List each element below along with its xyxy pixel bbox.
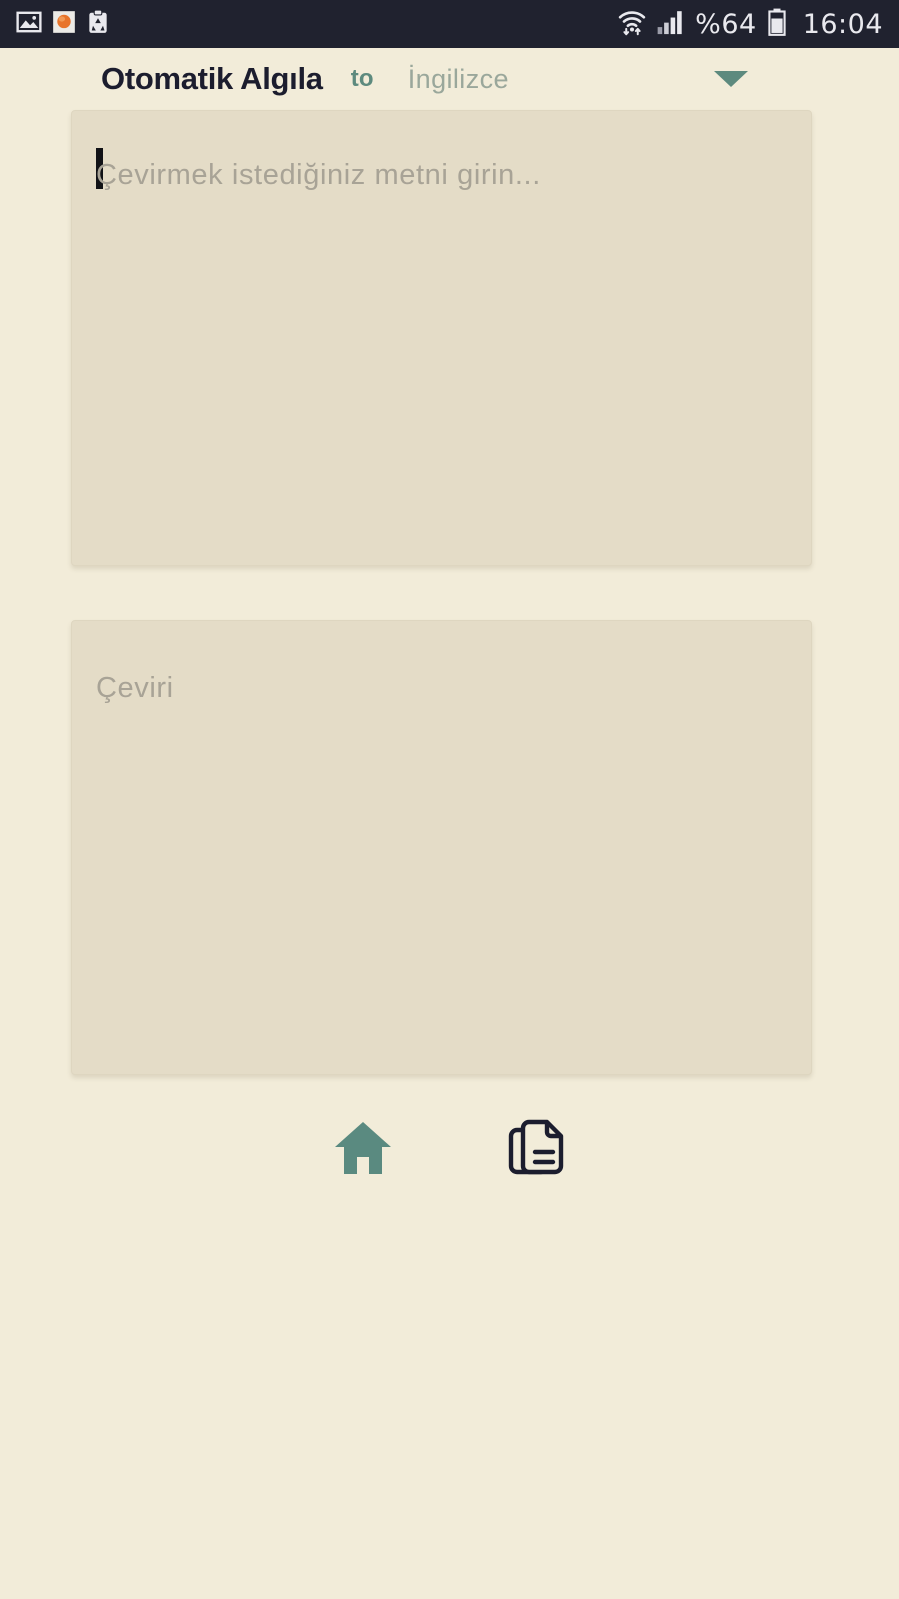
source-language-label[interactable]: Otomatik Algıla [101, 61, 323, 97]
nav-item-home[interactable] [320, 1107, 406, 1193]
language-selector-bar[interactable]: Otomatik Algıla to İngilizce [0, 48, 899, 110]
cellular-signal-icon [657, 9, 685, 40]
clipboard-recycle-icon [86, 9, 110, 40]
home-icon [332, 1119, 394, 1182]
battery-percent-label: %64 [695, 8, 757, 40]
wifi-signal-icon [617, 7, 647, 42]
bottom-navigation-bar [0, 1095, 899, 1205]
documents-icon [505, 1116, 569, 1185]
notification-dot-icon [51, 9, 77, 40]
status-bar-right-icons: %64 16:04 [617, 7, 883, 42]
status-bar-left-icons [16, 9, 110, 40]
target-language-label[interactable]: İngilizce [408, 64, 509, 95]
status-bar-clock: 16:04 [802, 8, 883, 40]
battery-icon [767, 8, 787, 41]
language-connector-label: to [350, 65, 374, 92]
translated-text-placeholder: Çeviri [96, 672, 174, 704]
source-text-input[interactable]: Çevirmek istediğiniz metni girin... [71, 110, 812, 566]
translated-text-output[interactable]: Çeviri [71, 620, 812, 1075]
status-bar: %64 16:04 [0, 0, 899, 48]
gallery-image-icon [16, 9, 42, 40]
source-text-placeholder: Çevirmek istediğiniz metni girin... [96, 159, 541, 191]
chevron-down-icon[interactable] [714, 71, 748, 87]
app-screen: %64 16:04 Otomatik Algıla to İngilizce Ç… [0, 0, 899, 1599]
nav-item-documents[interactable] [494, 1107, 580, 1193]
